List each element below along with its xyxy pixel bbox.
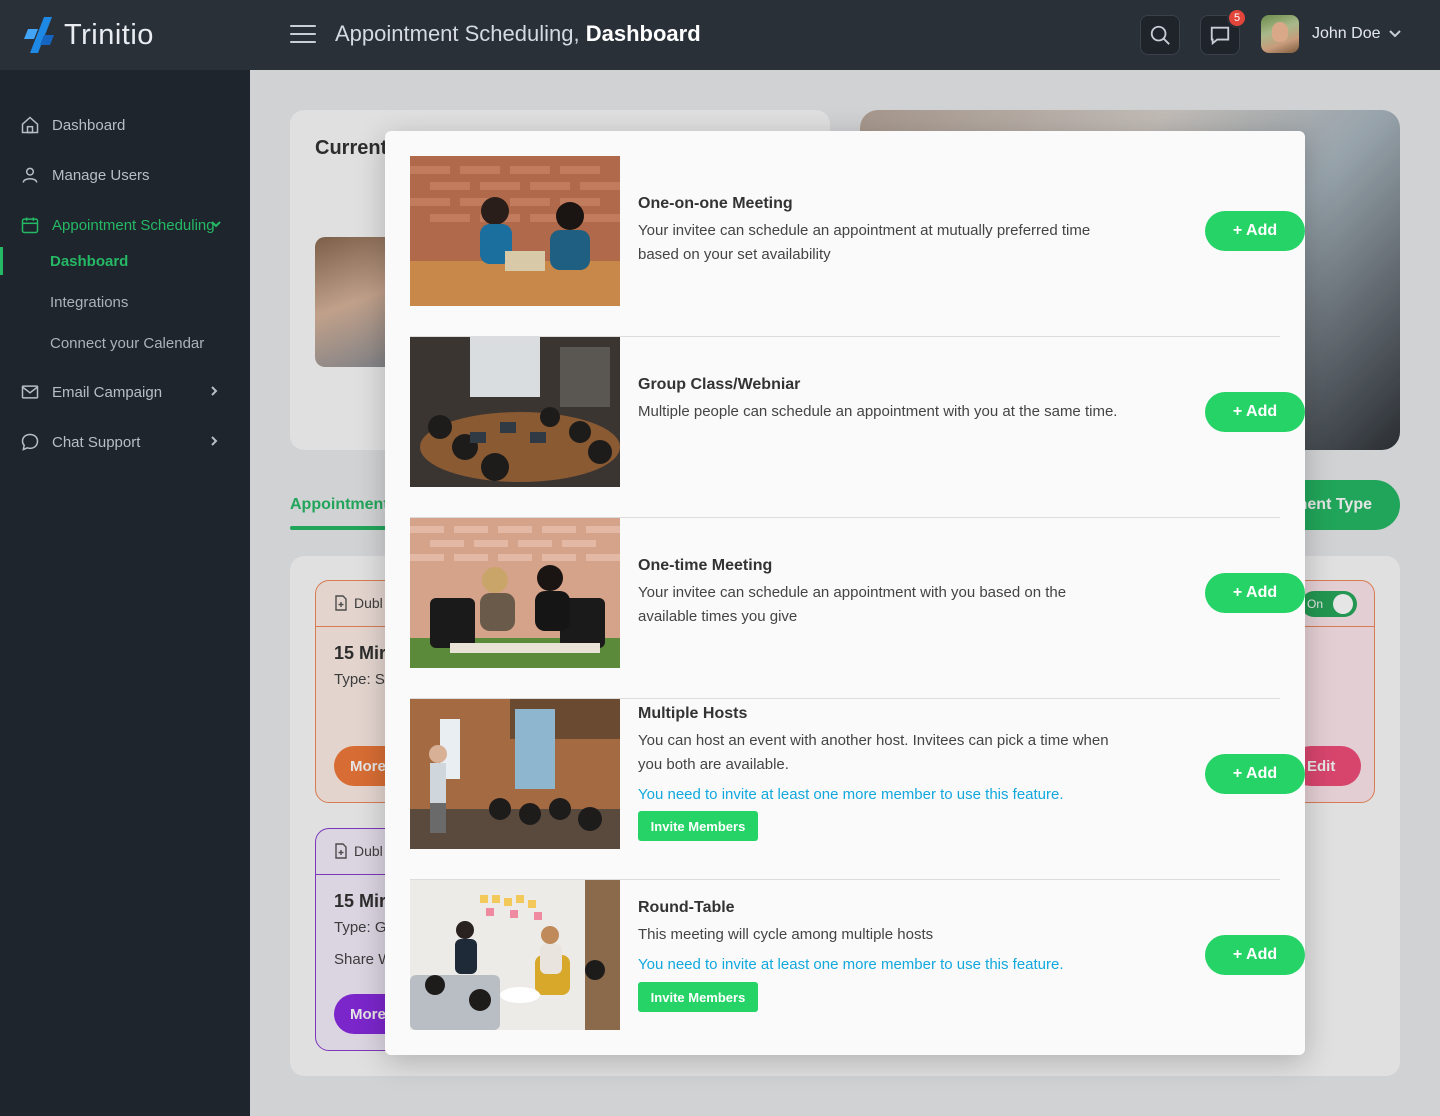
sidebar-item-dashboard[interactable]: Dashboard — [0, 105, 250, 145]
list-item: One-time Meeting Your invitee can schedu… — [410, 518, 1305, 699]
chevron-down-icon[interactable] — [1388, 27, 1402, 41]
chevron-down-icon — [211, 221, 221, 228]
sidebar-item-appointment-scheduling[interactable]: Appointment Scheduling — [0, 205, 250, 245]
add-button[interactable]: + Add — [1205, 392, 1305, 432]
sidebar-subitem-label: Integrations — [50, 293, 129, 311]
group-class-image — [410, 337, 620, 487]
chevron-right-icon — [211, 436, 218, 446]
brand-logo-icon — [24, 15, 56, 55]
invite-notice: You need to invite at least one more mem… — [638, 956, 1064, 973]
sidebar-subitem-label: Dashboard — [50, 252, 129, 270]
row-title: Round-Table — [638, 899, 735, 916]
sidebar-item-label: Manage Users — [52, 166, 150, 184]
menu-toggle-icon[interactable] — [290, 25, 316, 45]
home-icon — [21, 116, 39, 134]
page-title-strong: Dashboard — [585, 21, 701, 46]
sidebar: Dashboard Manage Users Appointment Sched… — [0, 70, 250, 1116]
add-button[interactable]: + Add — [1205, 211, 1305, 251]
notification-badge: 5 — [1227, 8, 1247, 28]
row-title: One-time Meeting — [638, 557, 773, 574]
sidebar-item-email-campaign[interactable]: Email Campaign — [0, 372, 250, 412]
row-description: This meeting will cycle among multiple h… — [638, 926, 934, 943]
chat-icon — [1210, 26, 1230, 46]
add-button[interactable]: + Add — [1205, 573, 1305, 613]
row-description: Your invitee can schedule an appointment… — [638, 222, 1091, 263]
sidebar-subitem-connect-calendar[interactable]: Connect your Calendar — [0, 325, 250, 361]
invite-notice: You need to invite at least one more mem… — [638, 786, 1064, 803]
list-item: One-on-one Meeting Your invitee can sche… — [410, 156, 1305, 337]
page-title-prefix: Appointment Scheduling, — [335, 21, 586, 46]
list-item: Group Class/Webniar Multiple people can … — [410, 337, 1305, 518]
sidebar-subitem-label: Connect your Calendar — [50, 334, 205, 352]
list-item: Multiple Hosts You can host an event wit… — [410, 699, 1305, 880]
appointment-type-modal: One-on-one Meeting Your invitee can sche… — [385, 131, 1305, 1055]
row-title: Multiple Hosts — [638, 705, 748, 722]
avatar[interactable] — [1261, 15, 1299, 53]
sidebar-subitem-integrations[interactable]: Integrations — [0, 284, 250, 320]
row-description: You can host an event with another host.… — [638, 732, 1109, 773]
user-icon — [22, 167, 38, 183]
brand[interactable]: Trinitio — [0, 0, 250, 70]
messages-button[interactable]: 5 — [1200, 8, 1247, 55]
sidebar-item-label: Dashboard — [52, 116, 126, 134]
calendar-icon — [21, 217, 39, 234]
round-table-image — [410, 880, 620, 1030]
sidebar-item-manage-users[interactable]: Manage Users — [0, 155, 250, 195]
invite-members-button[interactable]: Invite Members — [638, 811, 758, 841]
brand-name: Trinitio — [64, 18, 154, 51]
sidebar-subitem-dashboard[interactable]: Dashboard — [0, 243, 250, 279]
sidebar-item-label: Appointment Scheduling — [52, 216, 215, 234]
add-button[interactable]: + Add — [1205, 935, 1305, 975]
sidebar-item-label: Chat Support — [52, 433, 141, 451]
user-name[interactable]: John Doe — [1312, 25, 1381, 43]
chat-bubble-icon — [21, 433, 39, 451]
multiple-hosts-image — [410, 699, 620, 849]
search-button[interactable] — [1140, 15, 1180, 55]
row-title: One-on-one Meeting — [638, 195, 793, 212]
chevron-right-icon — [211, 386, 218, 396]
one-time-meeting-image — [410, 518, 620, 668]
one-on-one-image — [410, 156, 620, 306]
page-title: Appointment Scheduling, Dashboard — [335, 21, 701, 47]
invite-members-button[interactable]: Invite Members — [638, 982, 758, 1012]
sidebar-item-chat-support[interactable]: Chat Support — [0, 422, 250, 462]
list-item: Round-Table This meeting will cycle amon… — [410, 880, 1305, 1061]
add-button[interactable]: + Add — [1205, 754, 1305, 794]
row-description: Your invitee can schedule an appointment… — [638, 584, 1067, 625]
row-title: Group Class/Webniar — [638, 376, 801, 393]
sidebar-item-label: Email Campaign — [52, 383, 163, 401]
mail-icon — [21, 385, 39, 399]
top-bar: Trinitio Appointment Scheduling, Dashboa… — [0, 0, 1440, 70]
search-icon — [1150, 25, 1170, 45]
row-description: Multiple people can schedule an appointm… — [638, 403, 1118, 420]
